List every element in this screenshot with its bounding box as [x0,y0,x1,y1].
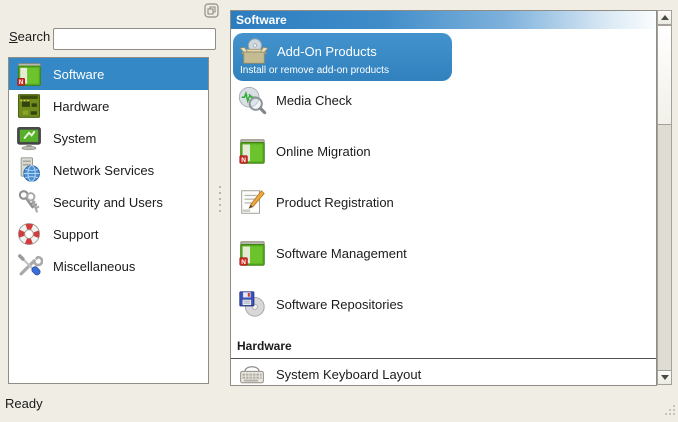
sidebar-item-label: Software [53,67,104,82]
product-registration-icon [237,187,267,217]
software-package-icon: N [237,136,267,166]
module-panel: Software Add-On Products Install or remo… [230,10,657,386]
search-label-rest: earch [18,29,51,44]
svg-text:N: N [19,79,23,86]
module-item-product-registration[interactable]: Product Registration [231,182,656,222]
module-item-media-check[interactable]: Media Check [231,80,656,120]
module-item-add-on-products[interactable]: Add-On Products Install or remove add-on… [233,33,452,81]
media-check-icon [237,85,267,115]
sidebar-item-system[interactable]: System [9,122,208,154]
addon-box-cd-icon [239,37,269,67]
scrollbar-thumb[interactable] [658,25,671,125]
module-subtitle: Install or remove add-on products [240,65,389,76]
floppy-cd-icon [237,289,267,319]
resize-grip[interactable] [661,401,677,417]
triangle-down-icon [661,375,669,380]
module-item-software-management[interactable]: N Software Management [231,233,656,273]
module-item-software-repositories[interactable]: Software Repositories [231,284,656,324]
support-lifebuoy-icon [15,220,43,248]
svg-text:N: N [241,157,246,164]
sidebar-item-label: Support [53,227,99,242]
sidebar-item-software[interactable]: N Software [9,58,208,90]
module-title: Add-On Products [277,44,377,59]
sidebar-item-label: Hardware [53,99,109,114]
software-package-icon: N [237,238,267,268]
search-label: Search [9,29,50,44]
restore-window-button[interactable] [204,3,219,18]
yast-control-center-window: { "titlebar": { "restore_icon": "restore… [0,0,678,418]
keyboard-icon [237,359,267,386]
module-title: System Keyboard Layout [276,367,421,382]
section-header-software: Software [231,11,656,29]
svg-text:N: N [241,259,246,266]
module-title: Product Registration [276,195,394,210]
sidebar-item-security-and-users[interactable]: Security and Users [9,186,208,218]
module-item-system-keyboard-layout[interactable]: System Keyboard Layout [231,357,656,386]
module-item-online-migration[interactable]: N Online Migration [231,131,656,171]
sidebar-item-support[interactable]: Support [9,218,208,250]
scroll-up-button[interactable] [658,11,671,25]
module-title: Online Migration [276,144,371,159]
panel-splitter-handle[interactable] [217,186,223,212]
hardware-board-icon [15,92,43,120]
scroll-down-button[interactable] [658,370,671,384]
category-list: N Software Hardware [8,57,209,384]
sidebar-item-label: Miscellaneous [53,259,135,274]
module-title: Media Check [276,93,352,108]
section-header-hardware: Hardware [231,339,656,359]
restore-window-icon [204,5,219,22]
sidebar-item-hardware[interactable]: Hardware [9,90,208,122]
search-input[interactable] [53,28,216,50]
sidebar-item-miscellaneous[interactable]: Miscellaneous [9,250,208,282]
sidebar-item-network-services[interactable]: Network Services [9,154,208,186]
module-title: Software Management [276,246,407,261]
system-monitor-icon [15,124,43,152]
module-title: Software Repositories [276,297,403,312]
vertical-scrollbar[interactable] [657,10,672,385]
software-package-icon: N [15,60,43,88]
search-label-accel: S [9,29,18,44]
sidebar-item-label: System [53,131,96,146]
status-text: Ready [5,396,43,411]
sidebar-item-label: Network Services [53,163,154,178]
misc-tools-icon [15,252,43,280]
triangle-up-icon [661,15,669,20]
security-keys-icon [15,188,43,216]
sidebar-item-label: Security and Users [53,195,163,210]
network-globe-icon [15,156,43,184]
